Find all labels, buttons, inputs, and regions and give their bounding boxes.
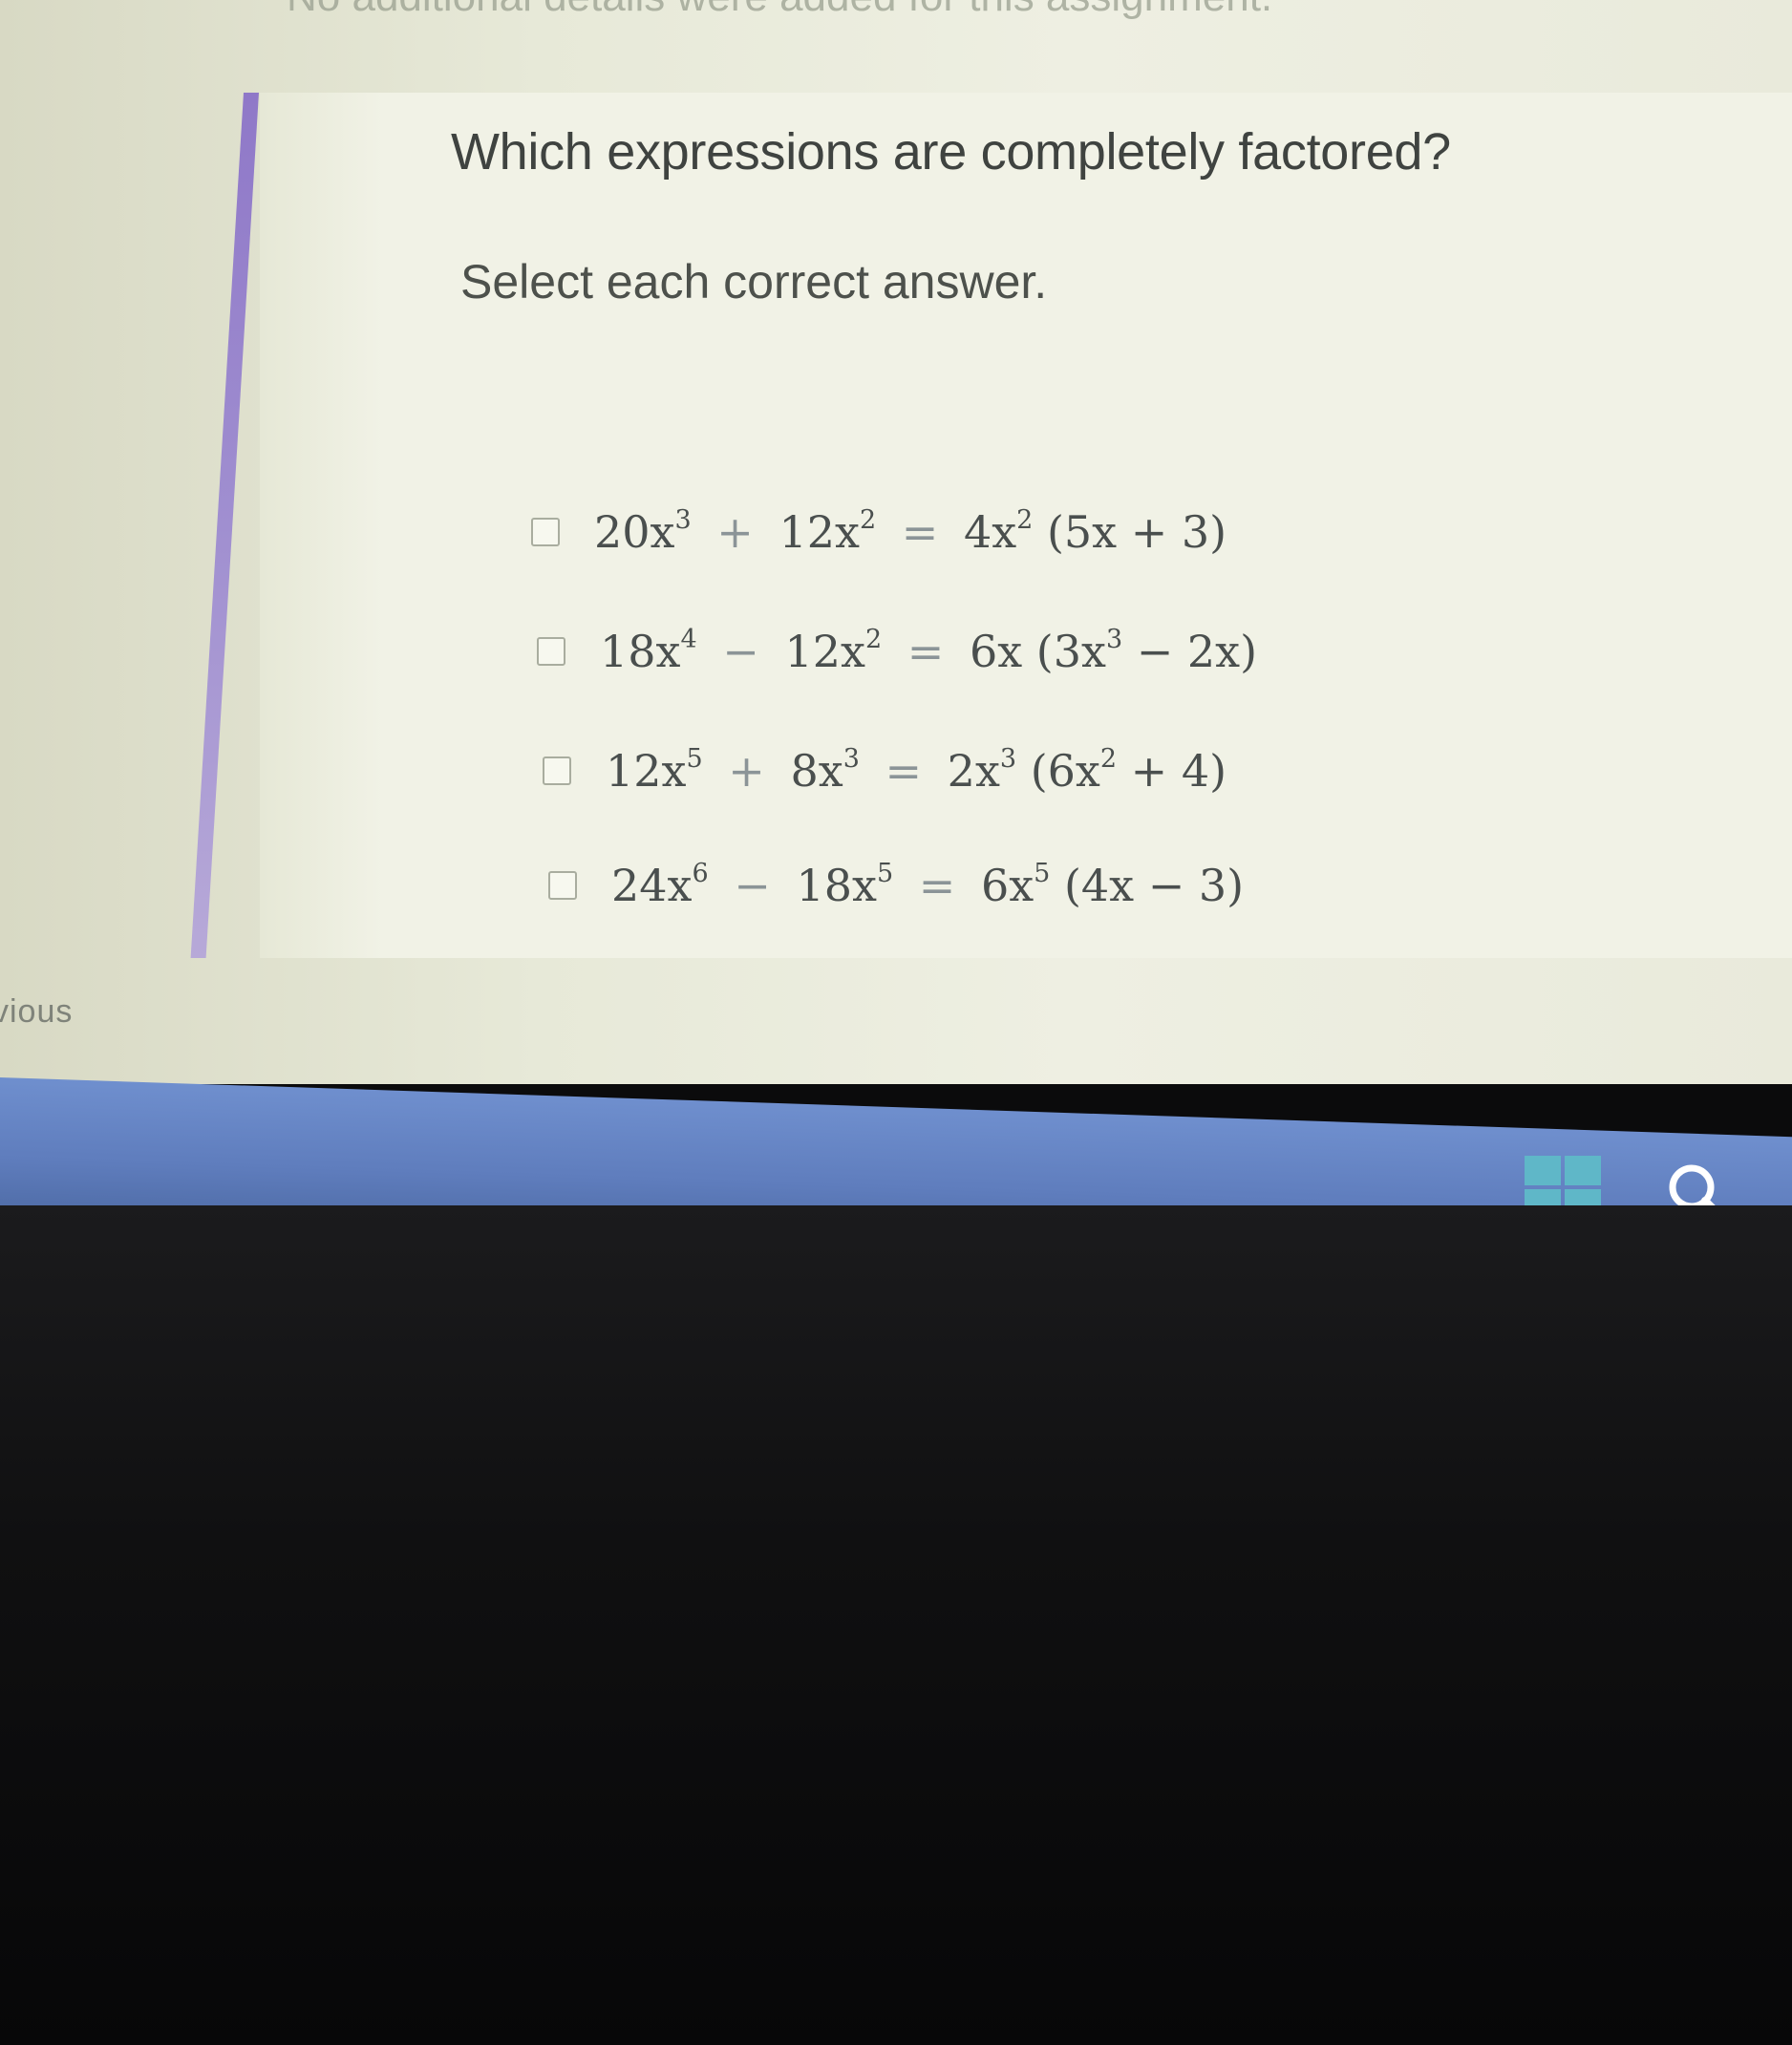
- option-expression: 12x5 + 8x3 = 2x3 (6x2 + 4): [606, 744, 1227, 797]
- option-expression: 18x4 − 12x2 = 6x (3x3 − 2x): [600, 625, 1258, 677]
- option-checkbox[interactable]: [531, 518, 560, 546]
- answer-options: 20x3 + 12x2 = 4x2 (5x + 3) 18x4 − 12x2 =…: [0, 0, 1792, 1084]
- option-checkbox[interactable]: [548, 871, 577, 900]
- answer-option-3[interactable]: 12x5 + 8x3 = 2x3 (6x2 + 4): [543, 745, 1227, 797]
- previous-button[interactable]: vious: [0, 993, 73, 1031]
- option-checkbox[interactable]: [537, 637, 565, 666]
- answer-option-1[interactable]: 20x3 + 12x2 = 4x2 (5x + 3): [531, 506, 1227, 558]
- browser-viewport: No additional details were added for thi…: [0, 0, 1792, 1084]
- option-expression: 24x6 − 18x5 = 6x5 (4x − 3): [611, 859, 1245, 911]
- monitor-bezel: [0, 1205, 1792, 2045]
- option-checkbox[interactable]: [543, 756, 571, 785]
- answer-option-2[interactable]: 18x4 − 12x2 = 6x (3x3 − 2x): [537, 626, 1257, 677]
- option-expression: 20x3 + 12x2 = 4x2 (5x + 3): [594, 505, 1227, 558]
- answer-option-4[interactable]: 24x6 − 18x5 = 6x5 (4x − 3): [548, 860, 1244, 911]
